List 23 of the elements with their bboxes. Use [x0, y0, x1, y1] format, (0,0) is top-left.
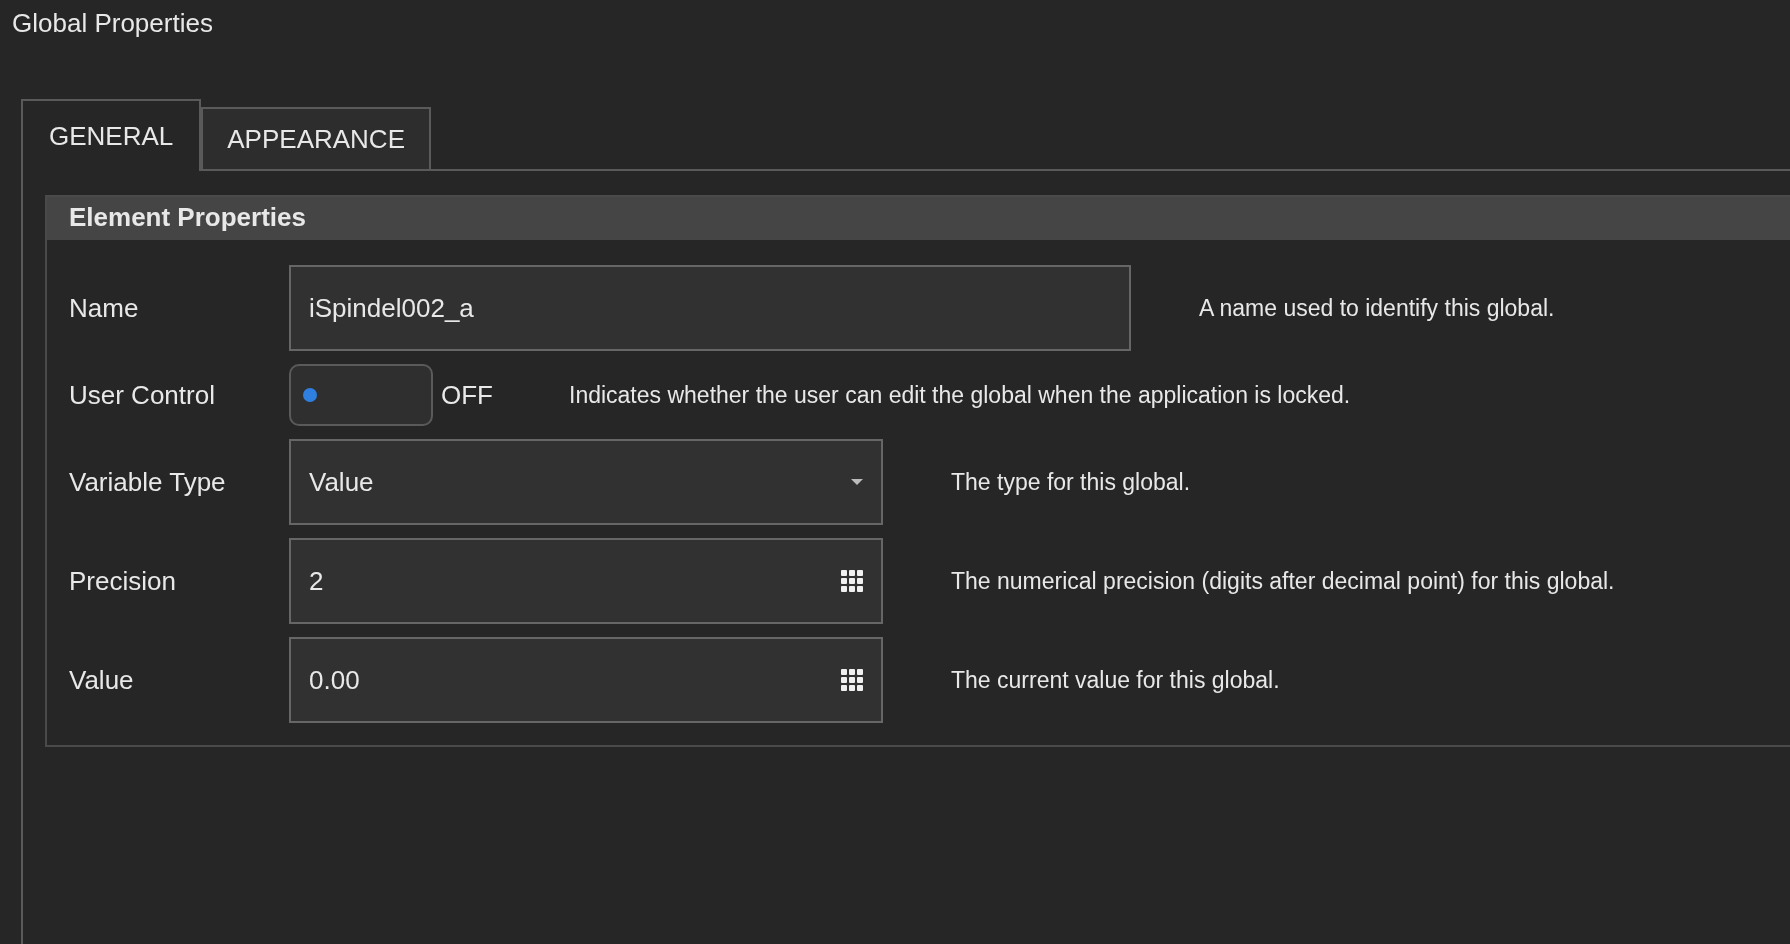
field-label: User Control — [69, 379, 216, 411]
number-field[interactable]: 0.00 — [289, 637, 883, 723]
field-description: The current value for this global. — [951, 666, 1280, 694]
field-label: Variable Type — [69, 466, 227, 498]
toggle-state: OFF — [441, 379, 493, 411]
field-description: A name used to identify this global. — [1199, 294, 1555, 322]
window-title: Global Properties — [11, 7, 214, 40]
dropdown[interactable]: Value — [289, 439, 883, 525]
field-label: Precision — [69, 565, 177, 597]
keypad-icon[interactable] — [841, 570, 863, 592]
toggle-switch[interactable] — [289, 364, 433, 426]
name-field[interactable]: iSpindel002_a — [289, 265, 1131, 351]
number-field[interactable]: 2 — [289, 538, 883, 624]
keypad-icon[interactable] — [841, 669, 863, 691]
tab[interactable]: APPEARANCE — [201, 107, 431, 169]
caret-icon — [851, 479, 863, 485]
field-description: Indicates whether the user can edit the global when the application is locked. — [569, 381, 1351, 409]
field-label: Value — [69, 664, 135, 696]
field-description: The type for this global. — [951, 468, 1191, 496]
tab[interactable]: GENERAL — [21, 99, 202, 171]
section-header: Element Properties — [47, 197, 1790, 240]
field-label: Name — [69, 292, 140, 324]
field-description: The numerical precision (digits after decimal point) for this global. — [951, 567, 1615, 595]
